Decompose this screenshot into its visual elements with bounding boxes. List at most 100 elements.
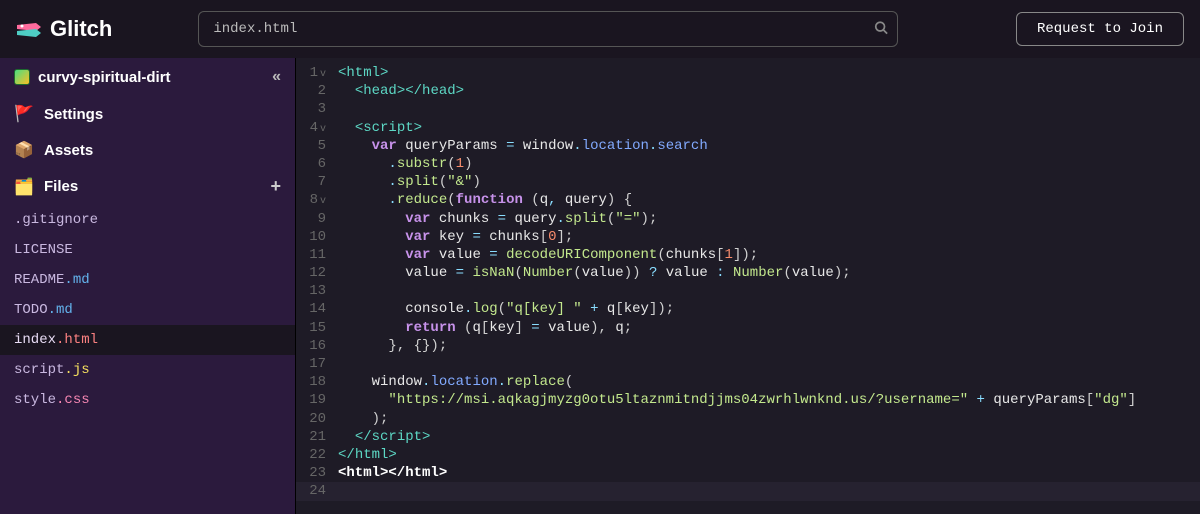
line-number: 12 (296, 264, 338, 282)
file-item[interactable]: script.js (0, 355, 295, 385)
code-line[interactable]: 19 "https://msi.aqkagjmyzg0otu5ltaznmitn… (296, 391, 1200, 409)
file-name: style (14, 392, 56, 408)
code-content[interactable]: <html></html> (338, 464, 1200, 482)
code-content[interactable] (338, 355, 1200, 373)
file-item[interactable]: TODO.md (0, 295, 295, 325)
code-content[interactable]: return (q[key] = value), q; (338, 319, 1200, 337)
code-editor[interactable]: 1v<html>2 <head></head>34v <script>5 var… (296, 58, 1200, 514)
line-number: 21 (296, 428, 338, 446)
code-line[interactable]: 6 .substr(1) (296, 155, 1200, 173)
code-line[interactable]: 12 value = isNaN(Number(value)) ? value … (296, 264, 1200, 282)
file-name: README (14, 272, 64, 288)
code-content[interactable] (338, 282, 1200, 300)
line-number: 7 (296, 173, 338, 191)
project-header[interactable]: curvy-spiritual-dirt « (0, 58, 295, 96)
file-item[interactable]: README.md (0, 265, 295, 295)
sidebar-item-settings[interactable]: 🚩 Settings (0, 96, 295, 132)
request-to-join-button[interactable]: Request to Join (1016, 12, 1184, 46)
file-item[interactable]: LICENSE (0, 235, 295, 265)
code-line[interactable]: 21 </script> (296, 428, 1200, 446)
code-line[interactable]: 23<html></html> (296, 464, 1200, 482)
code-line[interactable]: 7 .split("&") (296, 173, 1200, 191)
code-content[interactable]: window.location.replace( (338, 373, 1200, 391)
file-name: script (14, 362, 64, 378)
code-line[interactable]: 20 ); (296, 410, 1200, 428)
code-content[interactable]: .split("&") (338, 173, 1200, 191)
code-content[interactable]: ); (338, 410, 1200, 428)
line-number: 16 (296, 337, 338, 355)
file-ext: .md (48, 302, 73, 318)
code-content[interactable] (338, 100, 1200, 118)
project-avatar-icon (14, 69, 30, 85)
code-line[interactable]: 8v .reduce(function (q, query) { (296, 191, 1200, 209)
code-content[interactable]: var value = decodeURIComponent(chunks[1]… (338, 246, 1200, 264)
nav-label: Files (44, 178, 78, 195)
code-content[interactable]: }, {}); (338, 337, 1200, 355)
code-content[interactable]: value = isNaN(Number(value)) ? value : N… (338, 264, 1200, 282)
file-ext: .md (64, 272, 89, 288)
line-number: 19 (296, 391, 338, 409)
code-line[interactable]: 9 var chunks = query.split("="); (296, 210, 1200, 228)
collapse-sidebar-icon[interactable]: « (272, 68, 281, 86)
line-number: 5 (296, 137, 338, 155)
line-number: 9 (296, 210, 338, 228)
nav-label: Assets (44, 142, 93, 159)
nav-label: Settings (44, 106, 103, 123)
code-content[interactable]: "https://msi.aqkagjmyzg0otu5ltaznmitndjj… (338, 391, 1200, 409)
code-line[interactable]: 10 var key = chunks[0]; (296, 228, 1200, 246)
code-content[interactable]: .substr(1) (338, 155, 1200, 173)
code-line[interactable]: 17 (296, 355, 1200, 373)
main: curvy-spiritual-dirt « 🚩 Settings 📦 Asse… (0, 58, 1200, 514)
code-line[interactable]: 16 }, {}); (296, 337, 1200, 355)
code-content[interactable]: var queryParams = window.location.search (338, 137, 1200, 155)
line-number: 2 (296, 82, 338, 100)
code-content[interactable] (338, 482, 1200, 500)
code-content[interactable]: </script> (338, 428, 1200, 446)
file-ext: .js (64, 362, 89, 378)
sidebar: curvy-spiritual-dirt « 🚩 Settings 📦 Asse… (0, 58, 296, 514)
brand-logo[interactable]: Glitch (16, 16, 112, 42)
fold-icon[interactable]: v (320, 124, 326, 135)
file-name: .gitignore (14, 212, 98, 228)
code-line[interactable]: 3 (296, 100, 1200, 118)
code-content[interactable]: <script> (338, 119, 1200, 137)
line-number: 8v (296, 191, 338, 209)
search-icon[interactable] (874, 21, 888, 38)
header: Glitch Request to Join (0, 0, 1200, 58)
code-line[interactable]: 4v <script> (296, 119, 1200, 137)
sidebar-item-files[interactable]: 🗂️ Files + (0, 168, 295, 205)
file-ext: .html (56, 332, 98, 348)
code-content[interactable]: <html> (338, 64, 1200, 82)
code-line[interactable]: 11 var value = decodeURIComponent(chunks… (296, 246, 1200, 264)
add-file-icon[interactable]: + (270, 176, 281, 197)
folder-icon: 🗂️ (14, 177, 34, 197)
file-item[interactable]: style.css (0, 385, 295, 415)
code-line[interactable]: 1v<html> (296, 64, 1200, 82)
code-line[interactable]: 2 <head></head> (296, 82, 1200, 100)
code-line[interactable]: 15 return (q[key] = value), q; (296, 319, 1200, 337)
code-content[interactable]: <head></head> (338, 82, 1200, 100)
project-name: curvy-spiritual-dirt (38, 69, 171, 86)
file-list: .gitignoreLICENSEREADME.mdTODO.mdindex.h… (0, 205, 295, 415)
code-line[interactable]: 13 (296, 282, 1200, 300)
code-content[interactable]: var chunks = query.split("="); (338, 210, 1200, 228)
code-line[interactable]: 24 (296, 482, 1200, 500)
code-line[interactable]: 14 console.log("q[key] " + q[key]); (296, 300, 1200, 318)
code-content[interactable]: console.log("q[key] " + q[key]); (338, 300, 1200, 318)
line-number: 15 (296, 319, 338, 337)
line-number: 20 (296, 410, 338, 428)
file-item[interactable]: .gitignore (0, 205, 295, 235)
file-item[interactable]: index.html (0, 325, 295, 355)
line-number: 11 (296, 246, 338, 264)
code-line[interactable]: 22</html> (296, 446, 1200, 464)
code-content[interactable]: var key = chunks[0]; (338, 228, 1200, 246)
code-content[interactable]: </html> (338, 446, 1200, 464)
search-input[interactable] (198, 11, 898, 47)
fold-icon[interactable]: v (320, 196, 326, 207)
code-line[interactable]: 5 var queryParams = window.location.sear… (296, 137, 1200, 155)
code-line[interactable]: 18 window.location.replace( (296, 373, 1200, 391)
line-number: 13 (296, 282, 338, 300)
sidebar-item-assets[interactable]: 📦 Assets (0, 132, 295, 168)
fold-icon[interactable]: v (320, 69, 326, 80)
code-content[interactable]: .reduce(function (q, query) { (338, 191, 1200, 209)
